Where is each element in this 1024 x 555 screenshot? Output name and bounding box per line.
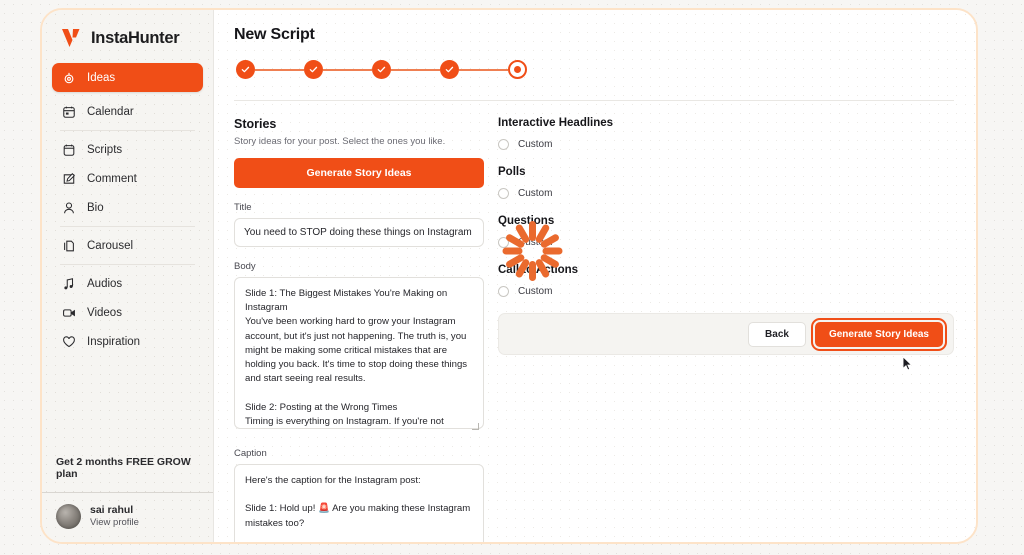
sidebar-nav: Ideas Calendar Scripts Comment Bio Carou… <box>42 63 213 356</box>
radio-icon[interactable] <box>498 286 509 297</box>
body-textarea[interactable] <box>234 277 484 429</box>
options-column: Interactive Headlines Custom Polls Custo… <box>498 117 954 542</box>
body-field-label: Body <box>234 261 256 272</box>
stepper-connector <box>391 68 440 71</box>
nav-divider <box>60 130 195 131</box>
sidebar: InstaHunter Ideas Calendar Scripts Comme… <box>42 10 214 542</box>
sidebar-item-scripts[interactable]: Scripts <box>52 135 203 164</box>
option-custom-questions[interactable]: Custom <box>498 237 954 248</box>
sidebar-item-audios[interactable]: Audios <box>52 269 203 298</box>
back-button[interactable]: Back <box>748 321 806 347</box>
sidebar-item-inspiration[interactable]: Inspiration <box>52 327 203 356</box>
sidebar-item-label: Carousel <box>87 239 134 252</box>
brand-name: InstaHunter <box>91 28 180 47</box>
nav-divider <box>60 264 195 265</box>
radio-icon[interactable] <box>498 188 509 199</box>
sidebar-item-label: Videos <box>87 306 122 319</box>
spinner-spoke <box>502 247 522 255</box>
dot-icon <box>514 66 521 73</box>
sidebar-item-ideas[interactable]: Ideas <box>52 63 203 92</box>
page-title: New Script <box>234 26 315 43</box>
radio-icon[interactable] <box>498 237 509 248</box>
sidebar-item-label: Audios <box>87 277 123 290</box>
body-textarea-wrap <box>234 277 484 434</box>
stepper-connector <box>323 68 372 71</box>
sidebar-item-label: Scripts <box>87 143 123 156</box>
stepper-connector <box>459 68 508 71</box>
title-input[interactable] <box>234 218 484 247</box>
sidebar-item-bio[interactable]: Bio <box>52 193 203 222</box>
promo-banner[interactable]: Get 2 months FREE GROW plan <box>42 446 213 492</box>
spinner-spoke <box>542 247 562 255</box>
profile-section[interactable]: sai rahul View profile <box>42 491 213 542</box>
user-person-icon <box>61 200 76 215</box>
sidebar-item-label: Inspiration <box>87 335 141 348</box>
stories-title: Stories <box>234 117 277 131</box>
app-window: InstaHunter Ideas Calendar Scripts Comme… <box>40 8 978 544</box>
caption-textarea[interactable] <box>234 464 484 542</box>
brand[interactable]: InstaHunter <box>42 10 213 63</box>
sidebar-item-label: Ideas <box>87 71 116 84</box>
profile-name: sai rahul <box>90 503 134 516</box>
lightbulb-idea-icon <box>61 70 76 85</box>
option-label: Custom <box>518 139 553 150</box>
questions-group: Questions Custom <box>498 215 954 248</box>
group-title: Polls <box>498 166 526 178</box>
generate-story-ideas-button[interactable]: Generate Story Ideas <box>234 158 484 188</box>
generate-story-ideas-submit-button[interactable]: Generate Story Ideas <box>810 317 948 351</box>
group-title: Call to Actions <box>498 264 579 276</box>
stories-column: Stories Story ideas for your post. Selec… <box>234 117 484 542</box>
nav-divider <box>60 226 195 227</box>
stepper-step-3[interactable] <box>372 60 391 79</box>
stepper-step-5[interactable] <box>508 60 527 79</box>
sidebar-item-carousel[interactable]: Carousel <box>52 231 203 260</box>
stepper-step-2[interactable] <box>304 60 323 79</box>
check-icon <box>309 66 318 73</box>
caption-textarea-wrap <box>234 464 484 542</box>
option-label: Custom <box>518 237 553 248</box>
sidebar-item-videos[interactable]: Videos <box>52 298 203 327</box>
stepper-step-1[interactable] <box>236 60 255 79</box>
avatar <box>56 504 81 530</box>
view-profile-link[interactable]: View profile <box>90 517 139 530</box>
action-bar: Back Generate Story Ideas <box>498 313 954 355</box>
script-document-icon <box>61 142 76 157</box>
comment-edit-icon <box>61 171 76 186</box>
interactive-headlines-group: Interactive Headlines Custom <box>498 117 954 150</box>
heart-icon <box>61 334 76 349</box>
stories-subtitle: Story ideas for your post. Select the on… <box>234 136 446 147</box>
sidebar-item-label: Comment <box>87 172 137 185</box>
polls-group: Polls Custom <box>498 166 954 199</box>
resize-handle-icon[interactable] <box>472 423 479 430</box>
sidebar-item-comment[interactable]: Comment <box>52 164 203 193</box>
video-camera-icon <box>61 305 76 320</box>
music-note-icon <box>61 276 76 291</box>
call-to-actions-group: Call to Actions Custom <box>498 264 954 297</box>
stepper <box>234 60 954 79</box>
option-label: Custom <box>518 286 553 297</box>
calendar-icon <box>61 104 76 119</box>
title-field-label: Title <box>234 202 252 213</box>
carousel-layers-icon <box>61 238 76 253</box>
check-icon <box>377 66 386 73</box>
instahunter-logo-icon <box>60 27 84 49</box>
main-content: New Script Stories Story ideas for your … <box>214 10 976 542</box>
option-custom-headlines[interactable]: Custom <box>498 139 954 150</box>
option-custom-cta[interactable]: Custom <box>498 286 954 297</box>
group-title: Interactive Headlines <box>498 117 614 129</box>
option-custom-polls[interactable]: Custom <box>498 188 954 199</box>
radio-icon[interactable] <box>498 139 509 150</box>
group-title: Questions <box>498 215 555 227</box>
content-columns: Stories Story ideas for your post. Selec… <box>234 101 954 542</box>
stepper-step-4[interactable] <box>440 60 459 79</box>
sidebar-item-calendar[interactable]: Calendar <box>52 97 203 126</box>
sidebar-item-label: Calendar <box>87 105 134 118</box>
caption-field-label: Caption <box>234 448 267 459</box>
option-label: Custom <box>518 188 553 199</box>
check-icon <box>241 66 250 73</box>
sidebar-item-label: Bio <box>87 201 104 214</box>
check-icon <box>445 66 454 73</box>
stepper-connector <box>255 68 304 71</box>
